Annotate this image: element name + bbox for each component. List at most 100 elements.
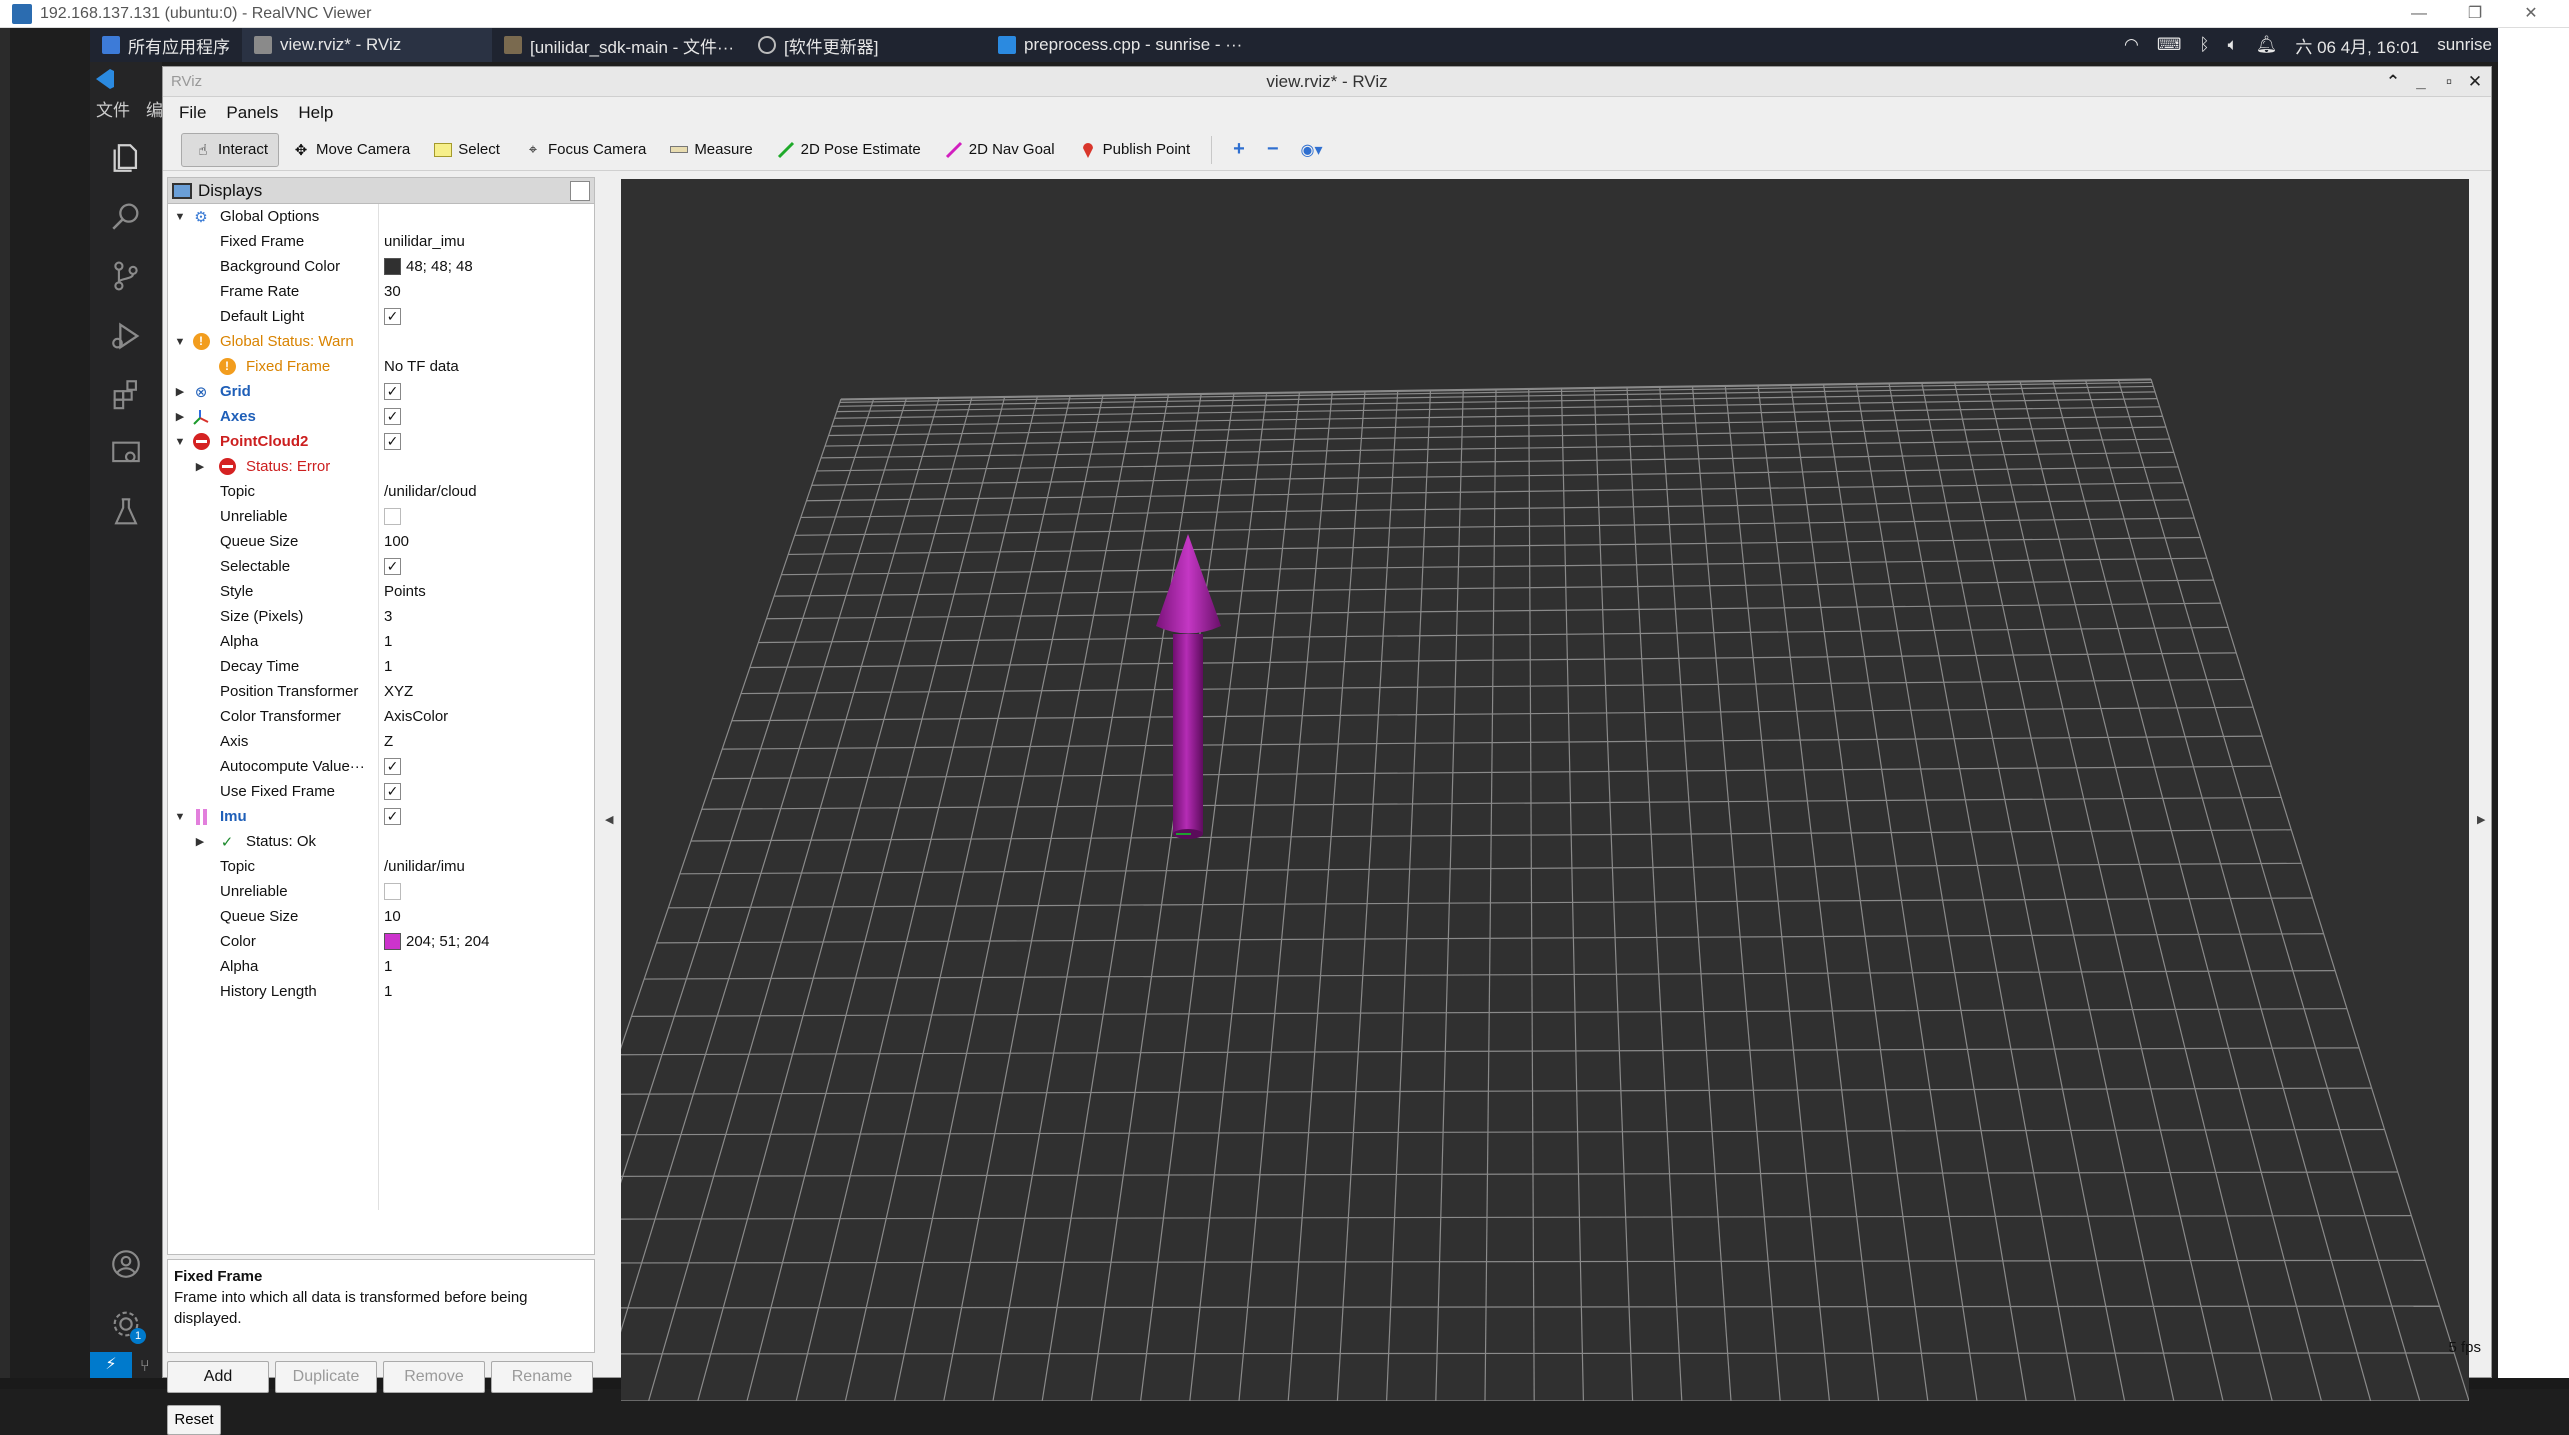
checkbox-unchecked[interactable] [384, 508, 401, 525]
remote-explorer-icon[interactable] [100, 428, 152, 480]
prop-value[interactable]: 48; 48; 48 [384, 258, 473, 275]
tree-row-pc-position-transformer[interactable]: Position Transformer XYZ [168, 679, 594, 704]
tree-row-pc-queue-size[interactable]: Queue Size 100 [168, 529, 594, 554]
tree-row-pc-size[interactable]: Size (Pixels) 3 [168, 604, 594, 629]
vscode-menu-edit[interactable]: 编 [146, 96, 163, 121]
taskbar-item-files[interactable]: [unilidar_sdk-main - 文件··· [492, 28, 746, 62]
tool-publish-point[interactable]: Publish Point [1066, 133, 1202, 167]
reset-button[interactable]: Reset [167, 1405, 221, 1435]
add-button[interactable]: Add [167, 1361, 269, 1393]
clock[interactable]: 六 06 4月, 16:01 [2295, 33, 2419, 58]
extensions-icon[interactable] [100, 368, 152, 420]
taskbar-item-rviz[interactable]: view.rviz* - RViz [242, 28, 492, 62]
remove-button[interactable]: Remove [383, 1361, 485, 1393]
prop-value[interactable]: 10 [384, 908, 401, 925]
prop-value[interactable]: Z [384, 733, 393, 750]
close-icon[interactable]: ✕ [2508, 0, 2554, 28]
add-tool-button[interactable]: + [1222, 133, 1256, 167]
tree-row-pc-unreliable[interactable]: Unreliable [168, 504, 594, 529]
restore-icon[interactable]: ❐ [2452, 0, 2498, 28]
tree-row-pc-style[interactable]: Style Points [168, 579, 594, 604]
panel-float-button[interactable] [570, 181, 590, 201]
tool-interact[interactable]: ☝ Interact [181, 132, 280, 167]
camera-options-button[interactable]: ◉▾ [1290, 133, 1334, 167]
collapse-right-icon[interactable]: ▶ [2477, 813, 2485, 826]
close-icon[interactable]: ✕ [2461, 67, 2489, 97]
tree-row-pc-selectable[interactable]: Selectable ✓ [168, 554, 594, 579]
taskbar-item-vscode[interactable]: preprocess.cpp - sunrise - ··· [986, 28, 1254, 62]
render-3d-view[interactable] [621, 179, 2469, 1401]
checkbox-checked[interactable]: ✓ [384, 433, 401, 450]
prop-value[interactable]: 1 [384, 633, 392, 650]
tool-move-camera[interactable]: ✥ Move Camera [279, 133, 421, 167]
checkbox-checked[interactable]: ✓ [384, 783, 401, 800]
run-debug-icon[interactable] [100, 310, 152, 362]
tree-row-imu-history-length[interactable]: History Length 1 [168, 979, 594, 1004]
taskbar-apps-menu[interactable]: 所有应用程序 [90, 28, 242, 62]
explorer-icon[interactable] [100, 132, 152, 184]
prop-value[interactable]: AxisColor [384, 708, 448, 725]
collapse-arrow-icon[interactable]: ▶ [194, 835, 206, 848]
tree-row-global-options[interactable]: ▼ ⚙ Global Options [168, 204, 594, 229]
checkbox-checked[interactable]: ✓ [384, 558, 401, 575]
prop-value[interactable]: 204; 51; 204 [384, 933, 489, 950]
tool-focus-camera[interactable]: ⌖ Focus Camera [511, 133, 657, 167]
branch-icon[interactable]: ⑂ [140, 1358, 150, 1376]
search-icon[interactable] [100, 190, 152, 242]
tree-row-pc-color-transformer[interactable]: Color Transformer AxisColor [168, 704, 594, 729]
tool-measure[interactable]: Measure [657, 133, 763, 167]
tree-row-pc-autocompute[interactable]: Autocompute Value··· ✓ [168, 754, 594, 779]
tree-row-pc-axis[interactable]: Axis Z [168, 729, 594, 754]
tool-select[interactable]: Select [421, 133, 511, 167]
tree-row-pc-topic[interactable]: Topic /unilidar/cloud [168, 479, 594, 504]
tool-2d-nav-goal[interactable]: 2D Nav Goal [932, 133, 1066, 167]
color-swatch[interactable] [384, 933, 401, 950]
expand-arrow-icon[interactable]: ▼ [174, 336, 186, 348]
expand-arrow-icon[interactable]: ▼ [174, 436, 186, 448]
minimize-icon[interactable]: _ [2407, 67, 2435, 97]
duplicate-button[interactable]: Duplicate [275, 1361, 377, 1393]
prop-value[interactable]: 100 [384, 533, 409, 550]
vscode-menu-file[interactable]: 文件 [96, 96, 130, 121]
menu-panels[interactable]: Panels [226, 103, 278, 123]
tree-row-imu-topic[interactable]: Topic /unilidar/imu [168, 854, 594, 879]
settings-gear-icon[interactable]: 1 [100, 1298, 152, 1350]
tree-row-imu-queue-size[interactable]: Queue Size 10 [168, 904, 594, 929]
expand-arrow-icon[interactable]: ▼ [174, 211, 186, 223]
remote-status-indicator[interactable]: ⚡ [90, 1352, 132, 1378]
checkbox-checked[interactable]: ✓ [384, 808, 401, 825]
tree-row-fixed-frame[interactable]: Fixed Frame unilidar_imu [168, 229, 594, 254]
menu-file[interactable]: File [179, 103, 206, 123]
collapse-arrow-icon[interactable]: ▶ [194, 460, 206, 473]
wifi-icon[interactable]: ◠ [2124, 35, 2139, 55]
tree-row-pc-decay-time[interactable]: Decay Time 1 [168, 654, 594, 679]
checkbox-checked[interactable]: ✓ [384, 758, 401, 775]
prop-value[interactable]: Points [384, 583, 426, 600]
source-control-icon[interactable] [100, 250, 152, 302]
collapse-arrow-icon[interactable]: ▶ [174, 410, 186, 423]
account-icon[interactable] [100, 1238, 152, 1290]
prop-value[interactable]: 1 [384, 658, 392, 675]
shade-icon[interactable]: ⌃ [2379, 67, 2407, 97]
maximize-icon[interactable]: ▫ [2435, 67, 2463, 97]
tree-row-pc-alpha[interactable]: Alpha 1 [168, 629, 594, 654]
menu-help[interactable]: Help [298, 103, 333, 123]
tree-row-global-status[interactable]: ▼ ! Global Status: Warn [168, 329, 594, 354]
tree-row-imu-unreliable[interactable]: Unreliable [168, 879, 594, 904]
collapse-left-icon[interactable]: ◀ [605, 813, 613, 826]
tree-row-grid[interactable]: ▶ ⊗ Grid ✓ [168, 379, 594, 404]
checkbox-checked[interactable]: ✓ [384, 408, 401, 425]
left-dock-splitter[interactable]: ◀ [601, 177, 619, 1397]
tree-row-imu[interactable]: ▼ Imu ✓ [168, 804, 594, 829]
checkbox-checked[interactable]: ✓ [384, 383, 401, 400]
tree-row-frame-rate[interactable]: Frame Rate 30 [168, 279, 594, 304]
testing-flask-icon[interactable] [100, 486, 152, 538]
color-swatch[interactable] [384, 258, 401, 275]
prop-value[interactable]: 3 [384, 608, 392, 625]
rename-button[interactable]: Rename [491, 1361, 593, 1393]
tree-row-background-color[interactable]: Background Color 48; 48; 48 [168, 254, 594, 279]
collapse-arrow-icon[interactable]: ▶ [174, 385, 186, 398]
minimize-icon[interactable]: — [2396, 0, 2442, 28]
remove-tool-button[interactable]: − [1256, 133, 1290, 167]
prop-value[interactable]: XYZ [384, 683, 413, 700]
